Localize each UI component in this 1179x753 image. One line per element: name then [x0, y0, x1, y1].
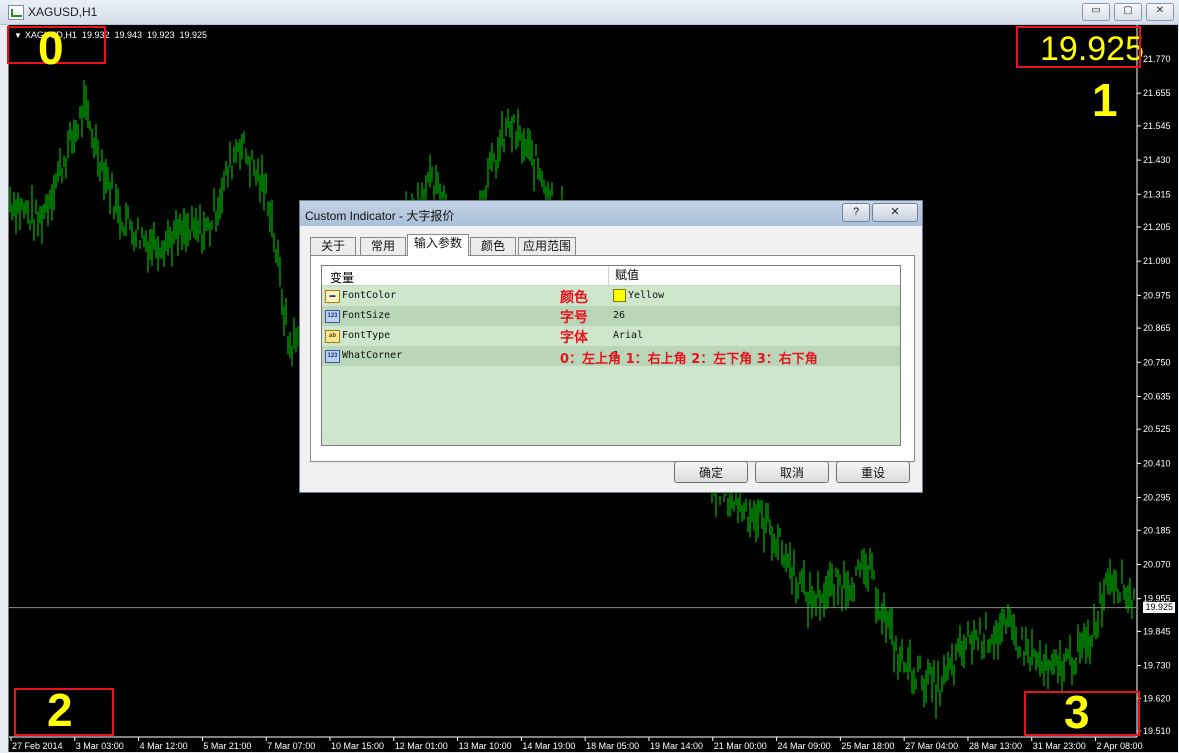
parameters-table: 变量 赋值 ▬ FontColor Yellow 123 FontSize 26… [321, 265, 901, 446]
corner-1-box [1016, 26, 1141, 68]
time-tick-label: 21 Mar 00:00 [714, 741, 767, 751]
time-tick-label: 10 Mar 15:00 [331, 741, 384, 751]
window-title-bar: XAGUSD,H1 ▭ ▢ ✕ [0, 0, 1179, 25]
annotation-fonttype: 字体 [560, 330, 588, 346]
param-row-fontcolor[interactable]: ▬ FontColor Yellow [322, 286, 900, 306]
reset-button[interactable]: 重设 [836, 461, 910, 483]
time-tick-label: 5 Mar 21:00 [203, 741, 251, 751]
price-tick-label: 19.845 [1143, 626, 1171, 636]
annotation-fontcolor: 颜色 [560, 290, 588, 306]
close-value: 19.925 [179, 30, 208, 40]
low-value: 19.923 [147, 30, 175, 40]
time-tick-label: 31 Mar 23:00 [1033, 741, 1086, 751]
string-param-icon: ab [325, 330, 340, 343]
color-param-icon: ▬ [325, 290, 340, 303]
price-tick-label: 19.510 [1143, 726, 1171, 736]
header-value: 赋值 [608, 266, 639, 285]
minimize-button[interactable]: ▭ [1082, 3, 1110, 21]
custom-indicator-dialog: Custom Indicator - 大字报价 ? ✕ 关于 常用 输入参数 颜… [299, 200, 923, 493]
price-tick-label: 21.770 [1143, 54, 1171, 64]
param-row-fontsize[interactable]: 123 FontSize 26 [322, 306, 900, 326]
corner-1-label: 1 [1092, 74, 1118, 126]
param-name: FontSize [342, 310, 391, 321]
tab-inputs[interactable]: 输入参数 [407, 234, 469, 256]
time-tick-label: 12 Mar 01:00 [395, 741, 448, 751]
time-tick-label: 4 Mar 12:00 [140, 741, 188, 751]
price-tick-label: 20.525 [1143, 424, 1171, 434]
price-tick-label: 20.070 [1143, 559, 1171, 569]
time-tick-label: 18 Mar 05:00 [586, 741, 639, 751]
param-value[interactable]: 26 [613, 310, 625, 321]
corner-2-label: 2 [47, 684, 73, 736]
time-tick-label: 27 Feb 2014 [12, 741, 63, 751]
price-tick-label: 21.090 [1143, 256, 1171, 266]
price-tick-label: 19.730 [1143, 661, 1171, 671]
time-tick-label: 14 Mar 19:00 [522, 741, 575, 751]
chart-window-icon [8, 5, 24, 20]
time-tick-label: 24 Mar 09:00 [778, 741, 831, 751]
price-tick-label: 20.185 [1143, 525, 1171, 535]
price-tick-label: 21.430 [1143, 155, 1171, 165]
time-tick-label: 25 Mar 18:00 [841, 741, 894, 751]
dialog-title-bar: Custom Indicator - 大字报价 ? ✕ [300, 201, 922, 226]
table-header: 变量 赋值 [322, 266, 900, 286]
time-tick-label: 13 Mar 10:00 [459, 741, 512, 751]
numeric-param-icon: 123 [325, 310, 340, 323]
param-name: FontType [342, 330, 391, 341]
price-tick-label: 20.410 [1143, 458, 1171, 468]
help-button[interactable]: ? [842, 203, 870, 222]
high-value: 19.943 [114, 30, 142, 40]
inputs-panel: 变量 赋值 ▬ FontColor Yellow 123 FontSize 26… [310, 255, 915, 462]
close-window-button[interactable]: ✕ [1146, 3, 1174, 21]
annotation-fontsize: 字号 [560, 310, 588, 326]
tab-colors[interactable]: 颜色 [470, 237, 516, 255]
time-tick-label: 7 Mar 07:00 [267, 741, 315, 751]
price-tick-label: 21.655 [1143, 88, 1171, 98]
corner-3-label: 3 [1064, 686, 1090, 738]
price-tick-label: 21.315 [1143, 189, 1171, 199]
dialog-title: Custom Indicator - 大字报价 [305, 209, 455, 223]
price-tick-label: 21.545 [1143, 121, 1171, 131]
price-tick-label: 21.205 [1143, 222, 1171, 232]
ok-button[interactable]: 确定 [674, 461, 748, 483]
price-tick-label: 20.750 [1143, 357, 1171, 367]
param-name: WhatCorner [342, 350, 403, 361]
corner-0-label: 0 [38, 22, 64, 74]
price-tick-label: 20.635 [1143, 391, 1171, 401]
tab-common[interactable]: 常用 [360, 237, 406, 255]
param-row-fonttype[interactable]: ab FontType Arial [322, 326, 900, 346]
param-value[interactable]: Yellow [628, 290, 664, 301]
time-tick-label: 27 Mar 04:00 [905, 741, 958, 751]
header-variable: 变量 [330, 271, 355, 285]
time-tick-label: 19 Mar 14:00 [650, 741, 703, 751]
current-price-tag: 19.925 [1143, 602, 1175, 613]
tab-about[interactable]: 关于 [310, 237, 356, 255]
color-swatch [613, 289, 626, 302]
time-tick-label: 2 Apr 08:00 [1097, 741, 1143, 751]
param-name: FontColor [342, 290, 397, 301]
dialog-close-button[interactable]: ✕ [872, 203, 918, 222]
time-tick-label: 28 Mar 13:00 [969, 741, 1022, 751]
annotation-whatcorner: 0：左上角 1：右上角 2：左下角 3：右下角 [560, 352, 818, 367]
maximize-button[interactable]: ▢ [1114, 3, 1142, 21]
numeric-param-icon: 123 [325, 350, 340, 363]
price-tick-label: 20.975 [1143, 290, 1171, 300]
price-tick-label: 20.865 [1143, 323, 1171, 333]
window-title: XAGUSD,H1 [28, 5, 98, 19]
price-tick-label: 20.295 [1143, 493, 1171, 503]
time-tick-label: 3 Mar 03:00 [76, 741, 124, 751]
param-value[interactable]: Arial [613, 330, 643, 341]
tab-visualization[interactable]: 应用范围 [518, 237, 576, 255]
price-tick-label: 19.620 [1143, 693, 1171, 703]
cancel-button[interactable]: 取消 [755, 461, 829, 483]
